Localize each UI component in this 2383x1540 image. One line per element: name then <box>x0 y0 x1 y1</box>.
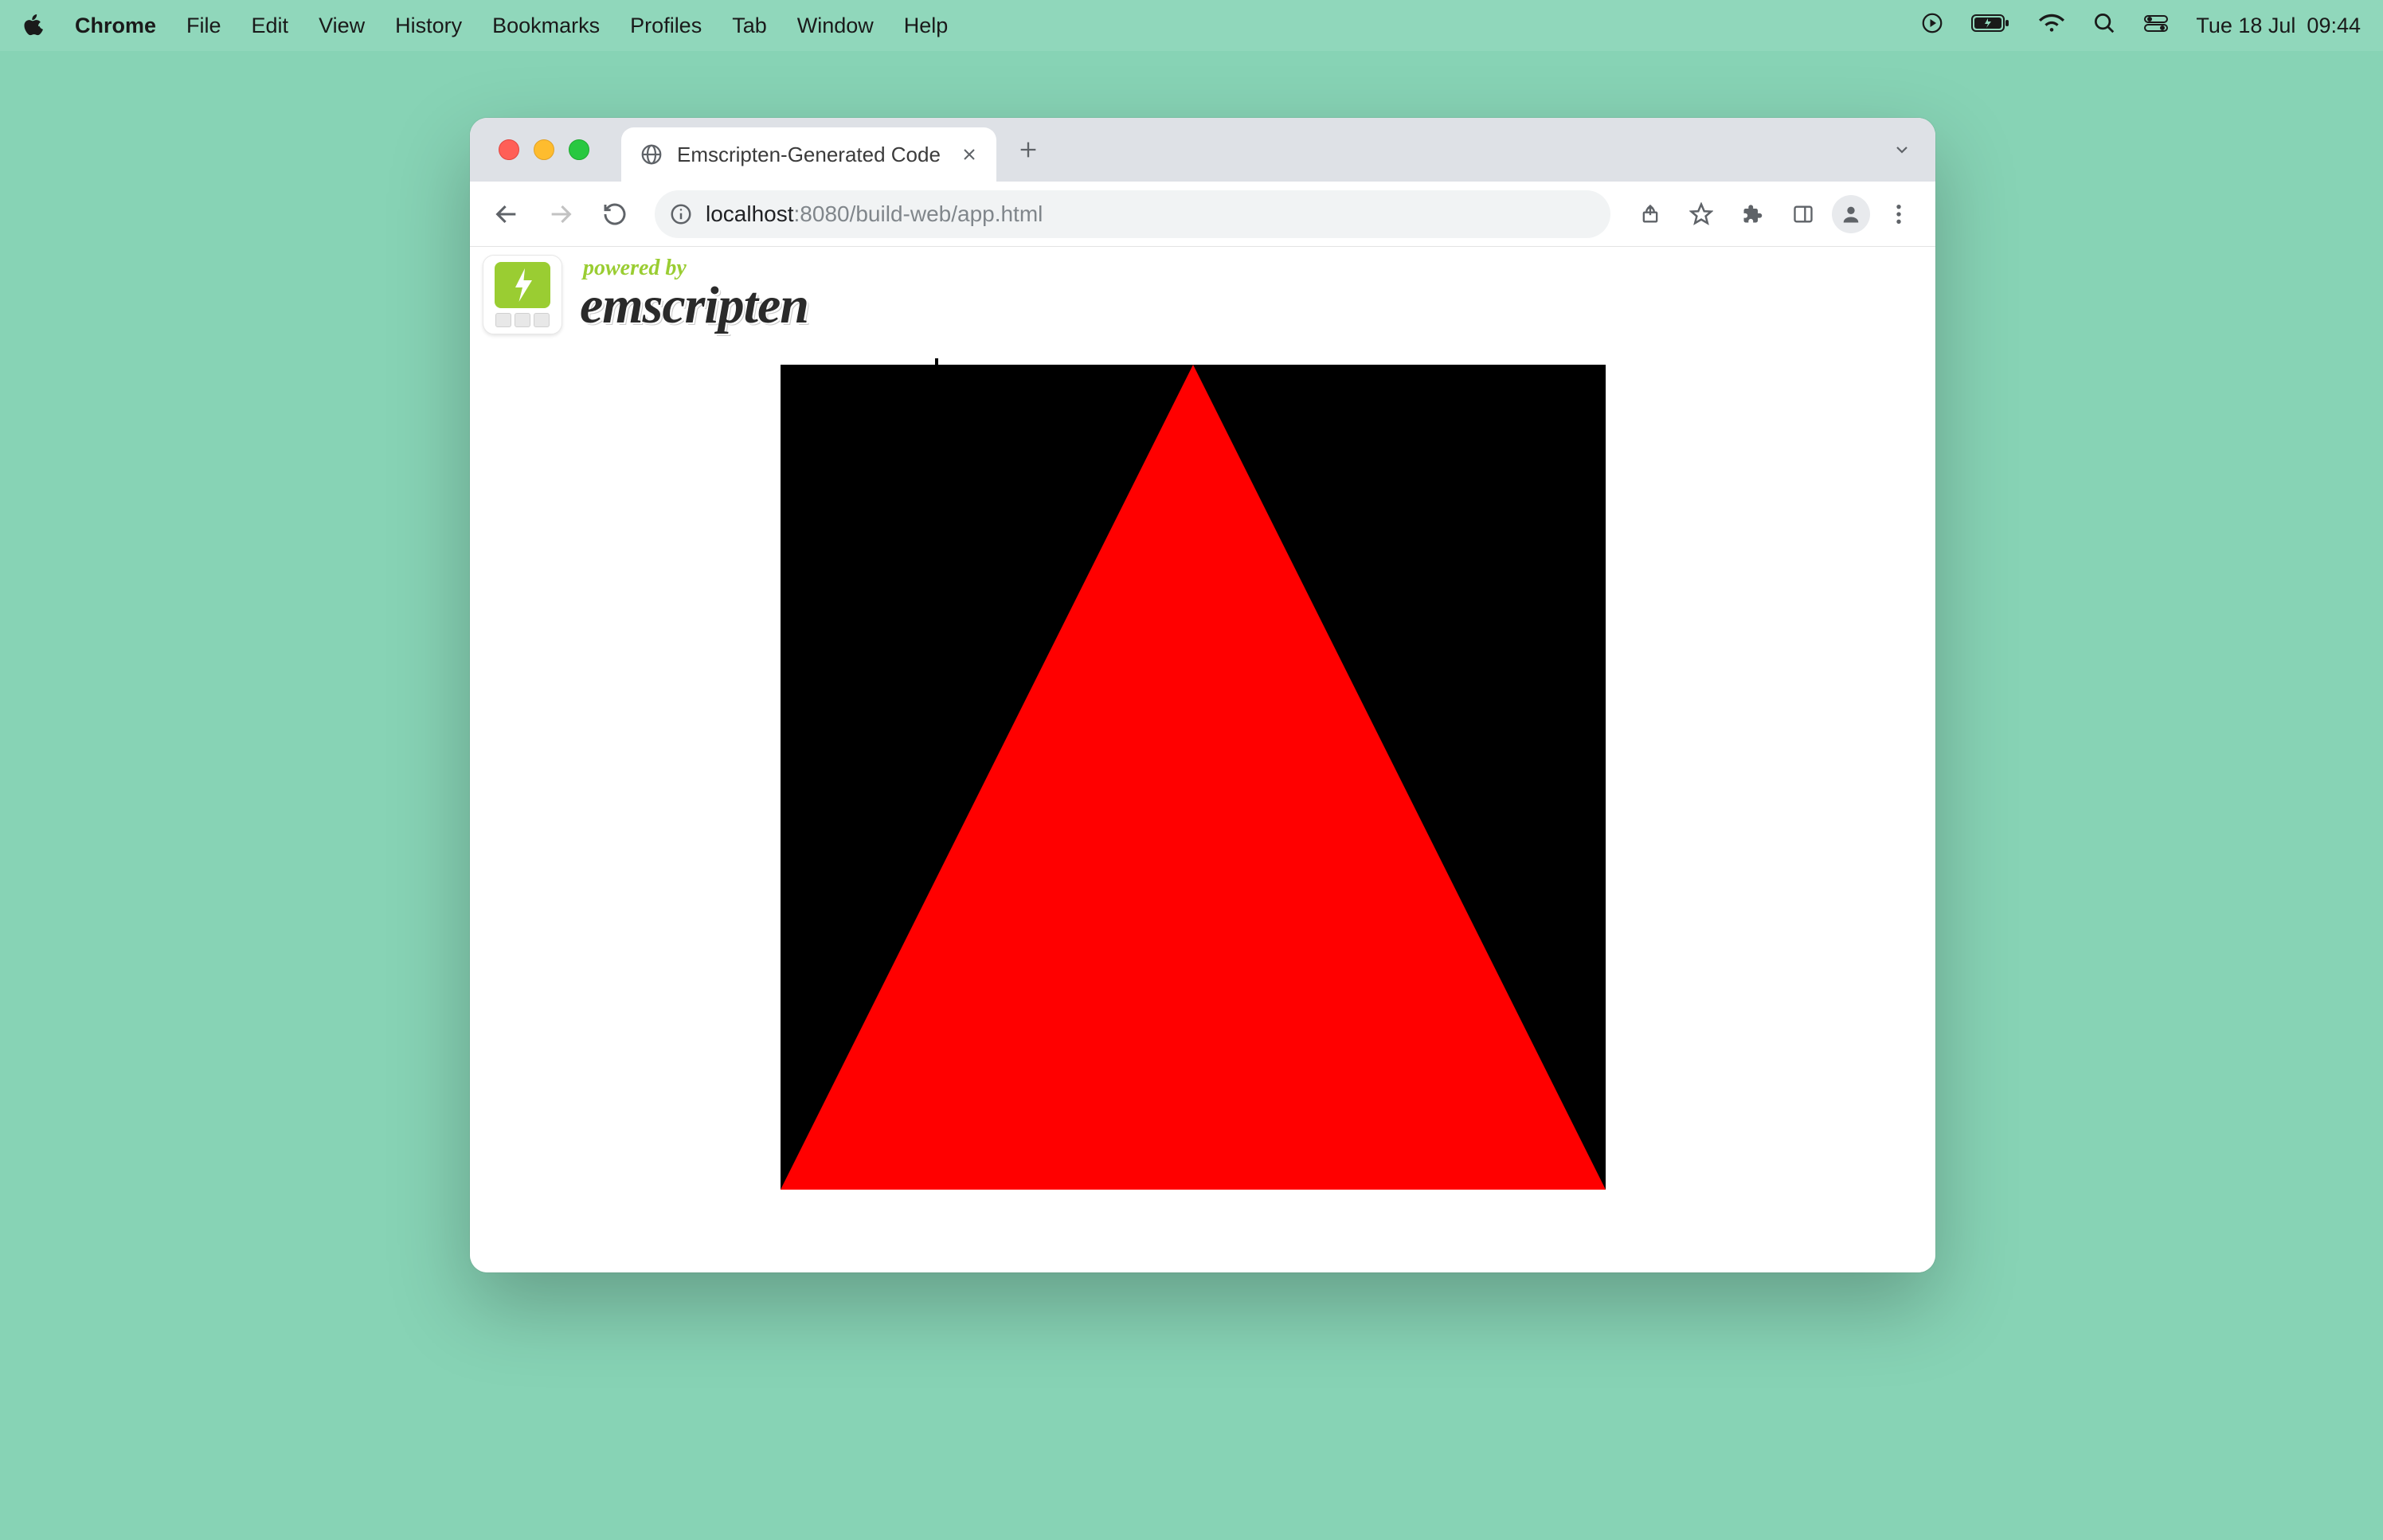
macos-menubar: Chrome File Edit View History Bookmarks … <box>0 0 2383 51</box>
browser-toolbar: localhost:8080/build-web/app.html <box>470 182 1935 247</box>
profile-avatar-button[interactable] <box>1832 195 1870 233</box>
menubar-app-name[interactable]: Chrome <box>75 14 156 38</box>
bookmark-button[interactable] <box>1679 192 1724 236</box>
new-tab-button[interactable] <box>1006 127 1051 172</box>
emscripten-brand-label: emscripten <box>580 279 808 332</box>
url-text: localhost:8080/build-web/app.html <box>706 201 1043 227</box>
red-triangle <box>781 365 1606 1190</box>
menubar-clock[interactable]: Tue 18 Jul 09:44 <box>2196 14 2361 38</box>
address-bar[interactable]: localhost:8080/build-web/app.html <box>655 190 1610 238</box>
wifi-icon[interactable] <box>2038 13 2065 39</box>
menu-file[interactable]: File <box>186 14 221 38</box>
menu-bookmarks[interactable]: Bookmarks <box>492 14 600 38</box>
page-content: powered by emscripten <box>470 247 1935 1272</box>
menubar-left: Chrome File Edit View History Bookmarks … <box>22 14 948 38</box>
control-center-icon[interactable] <box>2143 13 2169 39</box>
webgl-canvas[interactable] <box>781 365 1606 1190</box>
url-host: localhost <box>706 201 794 226</box>
tab-strip: Emscripten-Generated Code <box>470 118 1935 182</box>
browser-tab[interactable]: Emscripten-Generated Code <box>621 127 996 182</box>
menu-view[interactable]: View <box>319 14 365 38</box>
toolbar-right <box>1628 192 1921 236</box>
reload-button[interactable] <box>593 192 637 236</box>
screen-record-icon[interactable] <box>1920 11 1944 41</box>
spotlight-icon[interactable] <box>2092 11 2116 41</box>
clock-time: 09:44 <box>2307 14 2361 38</box>
clock-date: Tue 18 Jul <box>2196 14 2295 38</box>
menu-profiles[interactable]: Profiles <box>630 14 702 38</box>
forward-button[interactable] <box>538 192 583 236</box>
globe-icon <box>639 142 664 167</box>
tab-title: Emscripten-Generated Code <box>677 143 941 167</box>
menubar-right: Tue 18 Jul 09:44 <box>1920 11 2361 41</box>
menu-tab[interactable]: Tab <box>732 14 767 38</box>
window-zoom-button[interactable] <box>569 139 589 160</box>
menu-help[interactable]: Help <box>904 14 949 38</box>
menu-history[interactable]: History <box>395 14 462 38</box>
site-info-icon[interactable] <box>669 202 693 226</box>
extensions-button[interactable] <box>1730 192 1775 236</box>
window-controls <box>499 139 589 160</box>
emscripten-logo-icon <box>483 255 562 334</box>
menu-window[interactable]: Window <box>797 14 874 38</box>
apple-logo-icon[interactable] <box>22 14 45 37</box>
side-panel-button[interactable] <box>1781 192 1825 236</box>
menu-edit[interactable]: Edit <box>252 14 289 38</box>
window-close-button[interactable] <box>499 139 519 160</box>
share-button[interactable] <box>1628 192 1673 236</box>
tab-close-button[interactable] <box>958 143 980 166</box>
chrome-menu-button[interactable] <box>1876 192 1921 236</box>
chrome-window: Emscripten-Generated Code localho <box>470 118 1935 1272</box>
canvas-tick-mark <box>935 358 938 365</box>
emscripten-title: powered by emscripten <box>580 257 808 332</box>
window-minimize-button[interactable] <box>534 139 554 160</box>
battery-icon[interactable] <box>1971 13 2011 39</box>
emscripten-header: powered by emscripten <box>483 255 808 334</box>
back-button[interactable] <box>484 192 529 236</box>
url-path: :8080/build-web/app.html <box>794 201 1043 226</box>
tab-overflow-button[interactable] <box>1884 132 1919 167</box>
